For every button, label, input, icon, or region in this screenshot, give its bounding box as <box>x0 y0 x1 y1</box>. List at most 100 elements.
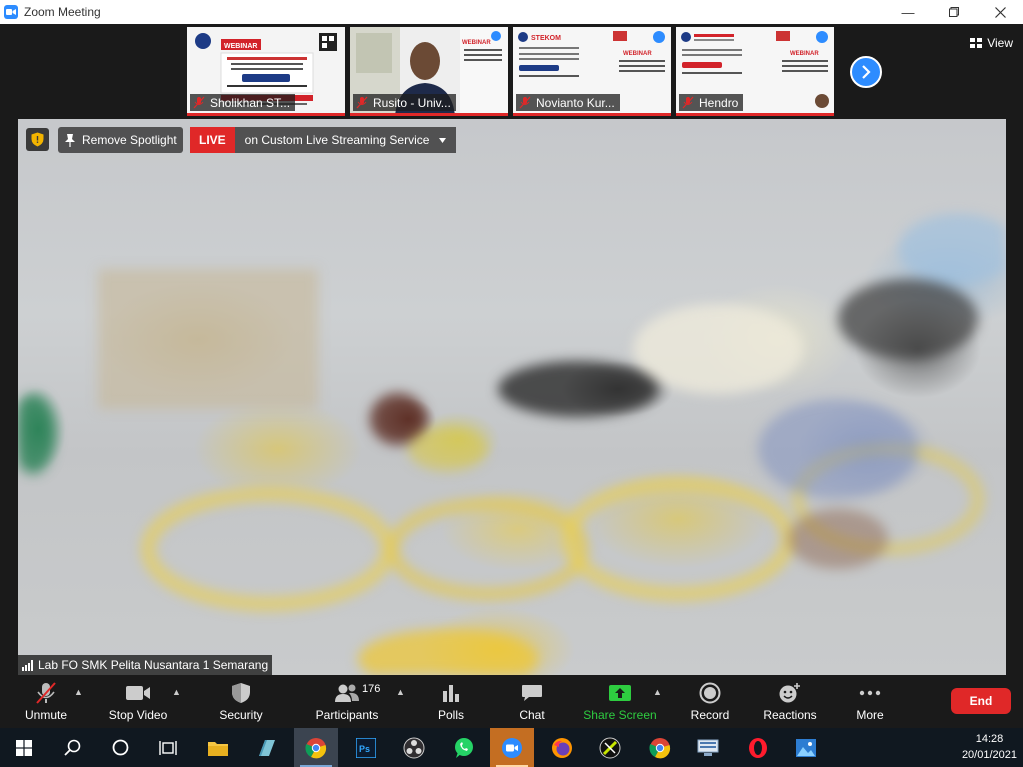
muted-mic-icon <box>193 96 205 109</box>
chat-button[interactable]: Chat <box>512 675 552 728</box>
poster-stekom-text: STEKOM <box>531 35 561 42</box>
remove-spotlight-label: Remove Spotlight <box>82 133 177 147</box>
taskbar-firefox[interactable] <box>540 728 584 767</box>
cortana-circle-icon <box>112 739 128 756</box>
blurred-cable-scene <box>18 214 1006 675</box>
taskbar-network-app[interactable] <box>686 728 730 767</box>
taskbar-obs[interactable] <box>392 728 436 767</box>
remove-spotlight-button[interactable]: Remove Spotlight <box>58 127 183 153</box>
caret-down-icon <box>439 137 447 143</box>
chat-bubble-icon <box>522 685 542 701</box>
more-button[interactable]: More <box>852 675 888 728</box>
active-speaker-name-tag: Lab FO SMK Pelita Nusantara 1 Semarang <box>18 655 273 675</box>
taskbar-photos[interactable] <box>784 728 828 767</box>
start-button[interactable] <box>2 728 46 767</box>
taskbar-whatsapp[interactable] <box>442 728 486 767</box>
active-speaker-name: Lab FO SMK Pelita Nusantara 1 Semarang <box>38 658 269 672</box>
participant-tile[interactable]: STEKOM WEBINAR Novianto Kur... <box>513 27 671 116</box>
folder-icon <box>208 741 228 756</box>
taskbar-file-explorer[interactable] <box>196 728 240 767</box>
video-camera-icon <box>126 686 150 700</box>
live-service-dropdown[interactable]: on Custom Live Streaming Service <box>234 127 457 153</box>
close-button[interactable] <box>977 0 1023 24</box>
next-page-button[interactable] <box>850 56 882 88</box>
task-view-button[interactable] <box>146 728 190 767</box>
polls-label: Polls <box>437 708 464 722</box>
polls-button[interactable]: Polls <box>430 675 472 728</box>
share-screen-label: Share Screen <box>583 708 657 722</box>
reactions-button[interactable]: Reactions <box>762 675 818 728</box>
view-label: View <box>987 36 1013 50</box>
video-options-caret[interactable]: ▲ <box>172 687 181 697</box>
security-button[interactable]: Security <box>214 675 268 728</box>
share-screen-icon <box>609 685 631 701</box>
chrome-icon <box>305 737 327 758</box>
window-titlebar: Zoom Meeting — <box>0 0 1023 24</box>
participant-name: Novianto Kur... <box>536 95 615 110</box>
record-icon <box>699 682 721 704</box>
minimize-button[interactable]: — <box>885 0 931 24</box>
spotlight-video <box>18 119 1006 675</box>
security-shield-badge[interactable] <box>26 128 49 151</box>
search-button[interactable] <box>50 728 94 767</box>
gallery-strip: WEBINAR Sholikhan ST... WEBINAR Rusito -… <box>0 24 1023 119</box>
svg-text:Ps: Ps <box>359 744 370 754</box>
taskbar-opera[interactable] <box>736 728 780 767</box>
poster-webinar-text: WEBINAR <box>462 40 491 46</box>
end-meeting-button[interactable]: End <box>951 688 1011 714</box>
smiley-add-icon <box>779 683 800 703</box>
poster-webinar-text: WEBINAR <box>623 51 652 57</box>
connection-signal-icon <box>22 659 33 671</box>
participant-name: Rusito - Univ... <box>373 95 451 110</box>
participant-tile[interactable]: WEBINAR Hendro <box>676 27 834 116</box>
unmute-label: Unmute <box>24 708 68 722</box>
obs-icon <box>403 737 425 758</box>
stop-video-button[interactable]: Stop Video <box>105 675 171 728</box>
shield-icon <box>232 683 250 703</box>
participant-name-tag: Novianto Kur... <box>516 94 620 111</box>
audio-options-caret[interactable]: ▲ <box>74 687 83 697</box>
chat-label: Chat <box>519 708 545 722</box>
opera-icon <box>749 737 767 758</box>
participant-tile[interactable]: WEBINAR Sholikhan ST... <box>187 27 345 116</box>
muted-mic-icon <box>356 96 368 109</box>
gear-pen-icon <box>599 737 621 758</box>
taskbar-notes-app[interactable] <box>244 728 288 767</box>
search-icon <box>63 739 80 756</box>
participant-tile[interactable]: WEBINAR Rusito - Univ... <box>350 27 508 116</box>
firefox-icon <box>552 737 572 758</box>
zoom-app-icon <box>4 5 18 19</box>
taskbar-photoshop[interactable]: Ps <box>344 728 388 767</box>
participants-label: Participants <box>315 708 379 722</box>
reactions-label: Reactions <box>763 708 817 722</box>
participant-name: Hendro <box>699 95 739 110</box>
windows-logo-icon <box>16 739 32 756</box>
participants-options-caret[interactable]: ▲ <box>396 687 405 697</box>
share-options-caret[interactable]: ▲ <box>653 687 662 697</box>
participant-name: Sholikhan ST... <box>210 95 291 110</box>
share-screen-button[interactable]: Share Screen <box>582 675 658 728</box>
taskbar-chrome-2[interactable] <box>638 728 682 767</box>
svg-text:WEBINAR: WEBINAR <box>224 43 257 50</box>
windows-taskbar: Ps 14:28 20/01/2021 <box>0 728 1023 767</box>
cortana-button[interactable] <box>98 728 142 767</box>
live-stream-indicator[interactable]: LIVE on Custom Live Streaming Service <box>190 127 457 153</box>
muted-mic-icon <box>519 96 531 109</box>
whatsapp-icon <box>455 737 473 758</box>
taskbar-chrome-active[interactable] <box>294 728 338 767</box>
live-service-label: on Custom Live Streaming Service <box>244 133 430 147</box>
taskbar-zoom-active[interactable] <box>490 728 534 767</box>
view-button[interactable]: View <box>970 36 1013 50</box>
record-button[interactable]: Record <box>688 675 732 728</box>
taskbar-green-app[interactable] <box>588 728 632 767</box>
more-label: More <box>856 708 884 722</box>
system-clock[interactable]: 14:28 20/01/2021 <box>962 731 1017 763</box>
participants-icon <box>335 684 359 702</box>
stop-video-label: Stop Video <box>108 708 168 722</box>
maximize-button[interactable] <box>931 0 977 24</box>
chevron-right-icon <box>862 65 871 79</box>
unmute-button[interactable]: Unmute <box>20 675 72 728</box>
photos-icon <box>796 738 816 757</box>
task-view-icon <box>159 740 177 755</box>
poster-webinar-text: WEBINAR <box>790 51 819 57</box>
